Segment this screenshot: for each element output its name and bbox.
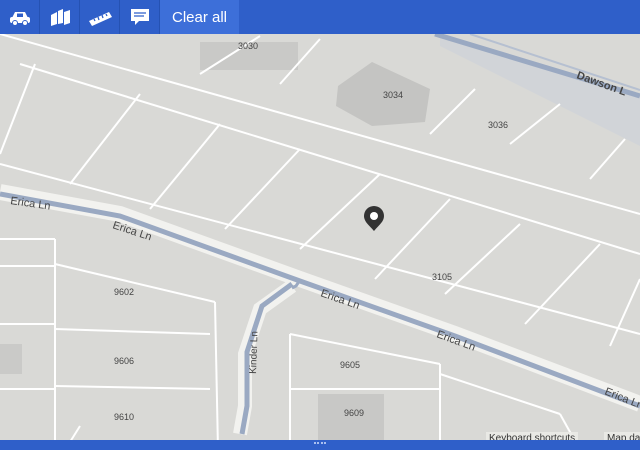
map-toolbar: Clear all (0, 0, 640, 34)
street-label-kinder: Kinder Ln (248, 331, 260, 374)
map-canvas[interactable]: Erica Ln Erica Ln Erica Ln Erica Ln Eric… (0, 34, 640, 450)
lot-number-9610: 9610 (114, 412, 134, 422)
car-icon (9, 12, 30, 26)
lot-number-9606: 9606 (114, 356, 134, 366)
lot-number-3030: 3030 (238, 41, 258, 51)
building-left (0, 344, 22, 374)
bottom-bar (0, 440, 640, 450)
feedback-button[interactable] (120, 0, 160, 34)
clear-all-button[interactable]: Clear all (160, 0, 240, 34)
ruler-icon (88, 12, 112, 26)
lot-number-9605: 9605 (340, 360, 360, 370)
lot-number-9609: 9609 (344, 408, 364, 418)
map-svg[interactable]: Erica Ln Erica Ln Erica Ln Erica Ln Eric… (0, 34, 640, 450)
drag-handle[interactable] (314, 442, 326, 446)
speech-bubble-icon (130, 9, 149, 25)
building-9609 (318, 394, 384, 442)
lot-number-3034: 3034 (383, 90, 403, 100)
directions-button[interactable] (0, 0, 40, 34)
lot-number-3105: 3105 (432, 272, 452, 282)
lot-number-3036: 3036 (488, 120, 508, 130)
map-pieces-icon (50, 9, 70, 26)
measure-button[interactable] (80, 0, 120, 34)
toolbar-spacer (239, 0, 640, 34)
lot-number-9602: 9602 (114, 287, 134, 297)
map-layers-button[interactable] (40, 0, 80, 34)
